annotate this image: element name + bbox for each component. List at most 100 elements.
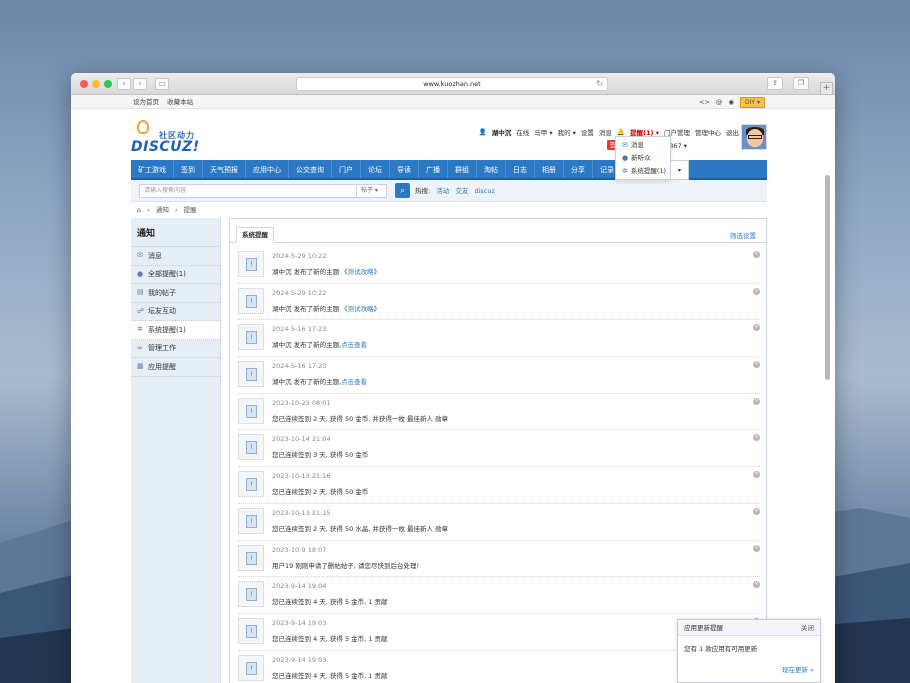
sidebar-item[interactable]: ✲ 系统提醒(1) <box>131 321 220 340</box>
user-icon: ● <box>137 269 144 278</box>
notice-row: ! 2023-10-13 21:16 您已连续签到 2 天, 获得 50 金币 × <box>238 467 760 504</box>
nav-item[interactable]: 导读 <box>390 160 419 178</box>
settings-link[interactable]: 设置 <box>581 127 594 137</box>
popup-close-button[interactable]: 关闭 <box>801 620 814 636</box>
delete-notice-icon[interactable]: × <box>753 397 760 405</box>
hot-search-item[interactable]: 活动 <box>436 187 449 195</box>
delete-notice-icon[interactable]: × <box>753 507 760 515</box>
search-icon[interactable]: ⌕ <box>395 183 410 198</box>
user-icon: ● <box>622 154 629 162</box>
nav-item[interactable]: 分享 <box>564 160 593 178</box>
nav-item[interactable]: 公交查询 <box>289 160 332 178</box>
vest-menu[interactable]: 马甲 ▾ <box>534 127 552 137</box>
nav-item[interactable]: 广播 <box>419 160 448 178</box>
system-notice-icon: ! <box>246 514 257 528</box>
notice-link[interactable]: 测试攻略 <box>348 305 374 313</box>
notice-text: 您已连续签到 3 天, 获得 50 金币 <box>272 451 369 460</box>
forward-icon[interactable]: › <box>133 78 147 90</box>
notice-icon: ! <box>238 581 264 608</box>
notice-link[interactable]: 点击查看 <box>341 341 367 349</box>
breadcrumb-notice-link[interactable]: 通知 <box>156 206 169 214</box>
app-update-popup: 应用更新提醒 关闭 您有 1 款应用有可用更新 现在更新 » <box>677 619 821 683</box>
messages-link[interactable]: 消息 <box>599 127 612 137</box>
breadcrumb-current: 提醒 <box>183 206 197 214</box>
nav-item[interactable]: 应用中心 <box>246 160 289 178</box>
reload-icon[interactable]: ↻ <box>596 78 603 90</box>
nav-item[interactable]: 相册 <box>535 160 564 178</box>
sidebar-item[interactable]: ▦ 应用提醒 <box>131 358 220 377</box>
dropdown-item-messages[interactable]: ✉ 消息 <box>616 139 670 152</box>
system-notice-icon: ! <box>246 331 257 345</box>
nav-item[interactable]: 论坛 <box>361 160 390 178</box>
my-menu[interactable]: 我的 ▾ <box>558 127 576 137</box>
tabs-overview-icon[interactable]: ❐ <box>793 77 809 90</box>
sidebar-toggle-icon[interactable]: ▭ <box>155 78 169 90</box>
sidebar-item[interactable]: ☍ 坛友互动 <box>131 303 220 321</box>
hot-search-item[interactable]: 交友 <box>455 187 468 195</box>
logout-link[interactable]: 退出 <box>726 127 739 137</box>
notice-text: 湖中沉 发布了新的主题 《测试攻略》 <box>272 268 381 276</box>
tab-system-alerts[interactable]: 系统提醒 <box>236 227 274 243</box>
sidebar-item[interactable]: ∞ 管理工作 <box>131 340 220 358</box>
sidebar-item[interactable]: ● 全部提醒(1) <box>131 266 220 284</box>
mail-icon: ✉ <box>622 141 628 149</box>
nav-item[interactable]: 签到 <box>174 160 203 178</box>
alerts-dropdown-menu: ✉ 消息 ● 新听众 ✲ 系统提醒(1) <box>615 136 671 180</box>
delete-notice-icon[interactable]: × <box>753 361 760 369</box>
search-input[interactable]: 请输入搜索内容 <box>139 184 357 198</box>
hot-search-item[interactable]: discuz <box>474 187 494 195</box>
sidebar-item[interactable]: ✉ 消息 <box>131 247 220 266</box>
back-icon[interactable]: ‹ <box>117 78 131 90</box>
nav-item[interactable]: 矿工游戏 <box>131 160 174 178</box>
diy-button[interactable]: DIY ▾ <box>740 96 765 108</box>
code-icon[interactable]: <> <box>699 95 710 109</box>
system-notice-icon: ! <box>246 294 257 308</box>
share-icon[interactable]: ⇪ <box>767 77 783 90</box>
notice-icon: ! <box>238 544 264 571</box>
close-window-button[interactable] <box>80 80 88 88</box>
zoom-window-button[interactable] <box>104 80 112 88</box>
delete-notice-icon[interactable]: × <box>753 324 760 332</box>
nav-more-menu[interactable]: ▾ <box>671 160 689 180</box>
minimize-window-button[interactable] <box>92 80 100 88</box>
set-homepage-link[interactable]: 设为首页 <box>133 98 159 106</box>
dropdown-item-system-alerts[interactable]: ✲ 系统提醒(1) <box>616 165 670 178</box>
qq-icon[interactable]: ◉ <box>728 95 734 109</box>
delete-notice-icon[interactable]: × <box>753 471 760 479</box>
nav-item[interactable]: 淘帖 <box>477 160 506 178</box>
notice-icon: ! <box>238 397 264 424</box>
page-scrollbar[interactable] <box>825 175 830 380</box>
logo-wordmark[interactable]: DISCUZ! <box>131 139 200 155</box>
nav-item[interactable]: 天气预报 <box>203 160 246 178</box>
avatar[interactable] <box>741 124 767 150</box>
notice-date: 2023-9-14 19:03 <box>272 655 327 664</box>
username-link[interactable]: 湖中沉 <box>492 127 512 137</box>
filter-settings-link[interactable]: 筛选设置 <box>730 230 756 240</box>
update-now-link[interactable]: 现在更新 » <box>782 664 814 674</box>
notice-row: ! 2023-10-23 08:01 您已连续签到 2 天, 获得 50 金币, 并… <box>238 394 760 431</box>
dropdown-item-new-followers[interactable]: ● 新听众 <box>616 152 670 165</box>
nav-item[interactable]: 群组 <box>448 160 477 178</box>
bookmark-site-link[interactable]: 收藏本站 <box>167 98 193 106</box>
popup-title: 应用更新提醒 <box>684 624 723 632</box>
notice-list: ! 2024-5-29 10:22 湖中沉 发布了新的主题 《测试攻略》 ×! 2024… <box>238 247 760 683</box>
at-icon[interactable]: @ <box>716 95 723 109</box>
nav-item[interactable]: 门户 <box>332 160 361 178</box>
sidebar-item[interactable]: ▤ 我的帖子 <box>131 284 220 303</box>
address-bar[interactable]: www.kuozhan.net ↻ <box>296 77 608 91</box>
delete-notice-icon[interactable]: × <box>753 251 760 258</box>
nav-item[interactable]: 日志 <box>506 160 535 178</box>
delete-notice-icon[interactable]: × <box>753 434 760 442</box>
tab-row: 系统提醒 筛选设置 <box>230 219 766 243</box>
delete-notice-icon[interactable]: × <box>753 581 760 589</box>
delete-notice-icon[interactable]: × <box>753 287 760 295</box>
search-type-select[interactable]: 帖子 ▾ <box>357 184 387 198</box>
home-icon[interactable]: ⌂ <box>137 206 141 214</box>
notice-link[interactable]: 点击查看 <box>341 378 367 386</box>
new-tab-icon[interactable]: + <box>820 82 833 95</box>
notice-link[interactable]: 测试攻略 <box>348 268 374 276</box>
online-status[interactable]: 在线 <box>516 127 529 137</box>
delete-notice-icon[interactable]: × <box>753 544 760 552</box>
sidebar-item-label: 全部提醒(1) <box>148 270 186 279</box>
admin-center-link[interactable]: 管理中心 <box>695 127 721 137</box>
